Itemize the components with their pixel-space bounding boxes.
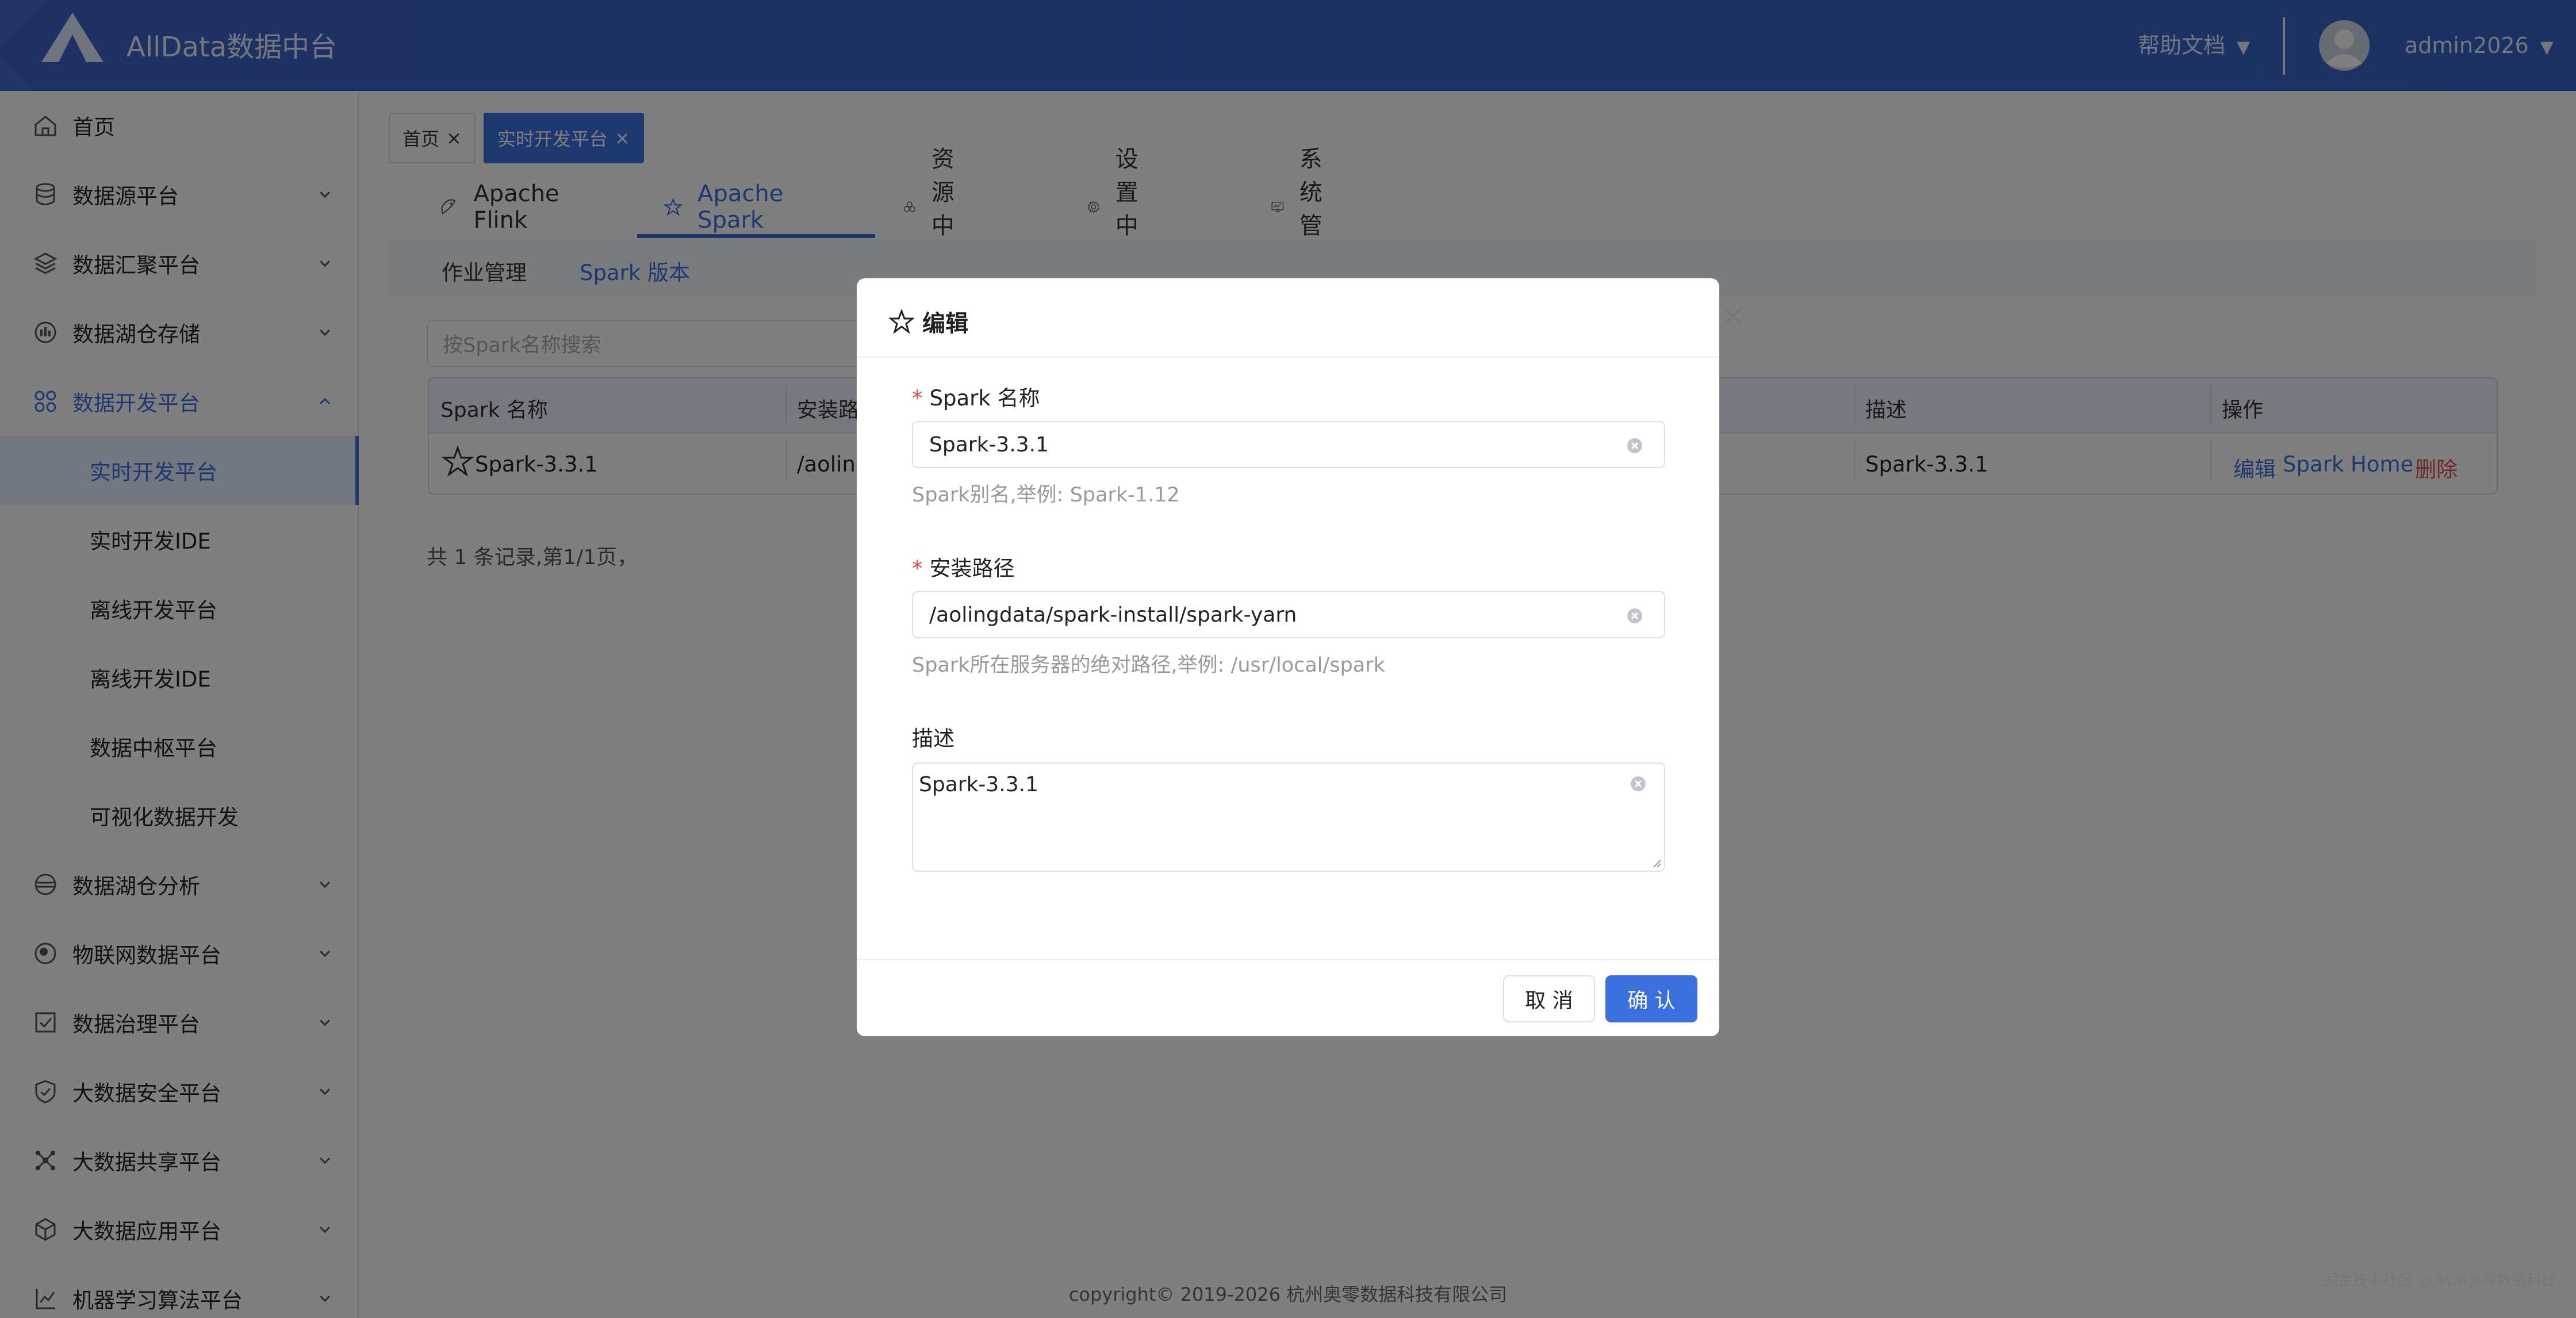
spark-name-label: * Spark 名称 [912, 381, 1040, 412]
cancel-button[interactable]: 取 消 [1503, 975, 1595, 1022]
dialog-title: 编辑 [889, 305, 968, 338]
dialog-header-divider [857, 357, 1719, 358]
description-textarea[interactable]: Spark-3.3.1 [912, 763, 1665, 872]
required-mark: * [912, 386, 923, 411]
required-mark: * [912, 556, 923, 581]
install-path-value: /aolingdata/spark-install/spark-yarn [929, 603, 1297, 627]
dialog-footer-divider [857, 959, 1719, 960]
clear-icon[interactable] [1626, 437, 1643, 454]
description-label: 描述 [912, 726, 954, 751]
resize-handle-icon[interactable] [1649, 856, 1662, 868]
install-path-hint: Spark所在服务器的绝对路径,举例: /usr/local/spark [912, 654, 1385, 677]
star-icon [889, 309, 914, 334]
spark-name-label-text: Spark 名称 [929, 386, 1040, 411]
confirm-button[interactable]: 确 认 [1605, 975, 1697, 1022]
install-path-label: * 安装路径 [912, 551, 1015, 582]
install-path-input[interactable]: /aolingdata/spark-install/spark-yarn [912, 591, 1665, 638]
edit-dialog: 编辑 * Spark 名称 Spark-3.3.1 Spark别名,举例: Spa… [857, 278, 1719, 1036]
close-icon[interactable] [1720, 304, 1746, 329]
spark-name-value: Spark-3.3.1 [929, 432, 1049, 457]
clear-icon[interactable] [1626, 607, 1643, 624]
spark-name-hint: Spark别名,举例: Spark-1.12 [912, 484, 1180, 507]
clear-icon[interactable] [1630, 775, 1647, 792]
description-value: Spark-3.3.1 [919, 773, 1039, 796]
spark-name-input[interactable]: Spark-3.3.1 [912, 421, 1665, 468]
install-path-label-text: 安装路径 [929, 556, 1015, 581]
dialog-title-text: 编辑 [922, 311, 968, 337]
